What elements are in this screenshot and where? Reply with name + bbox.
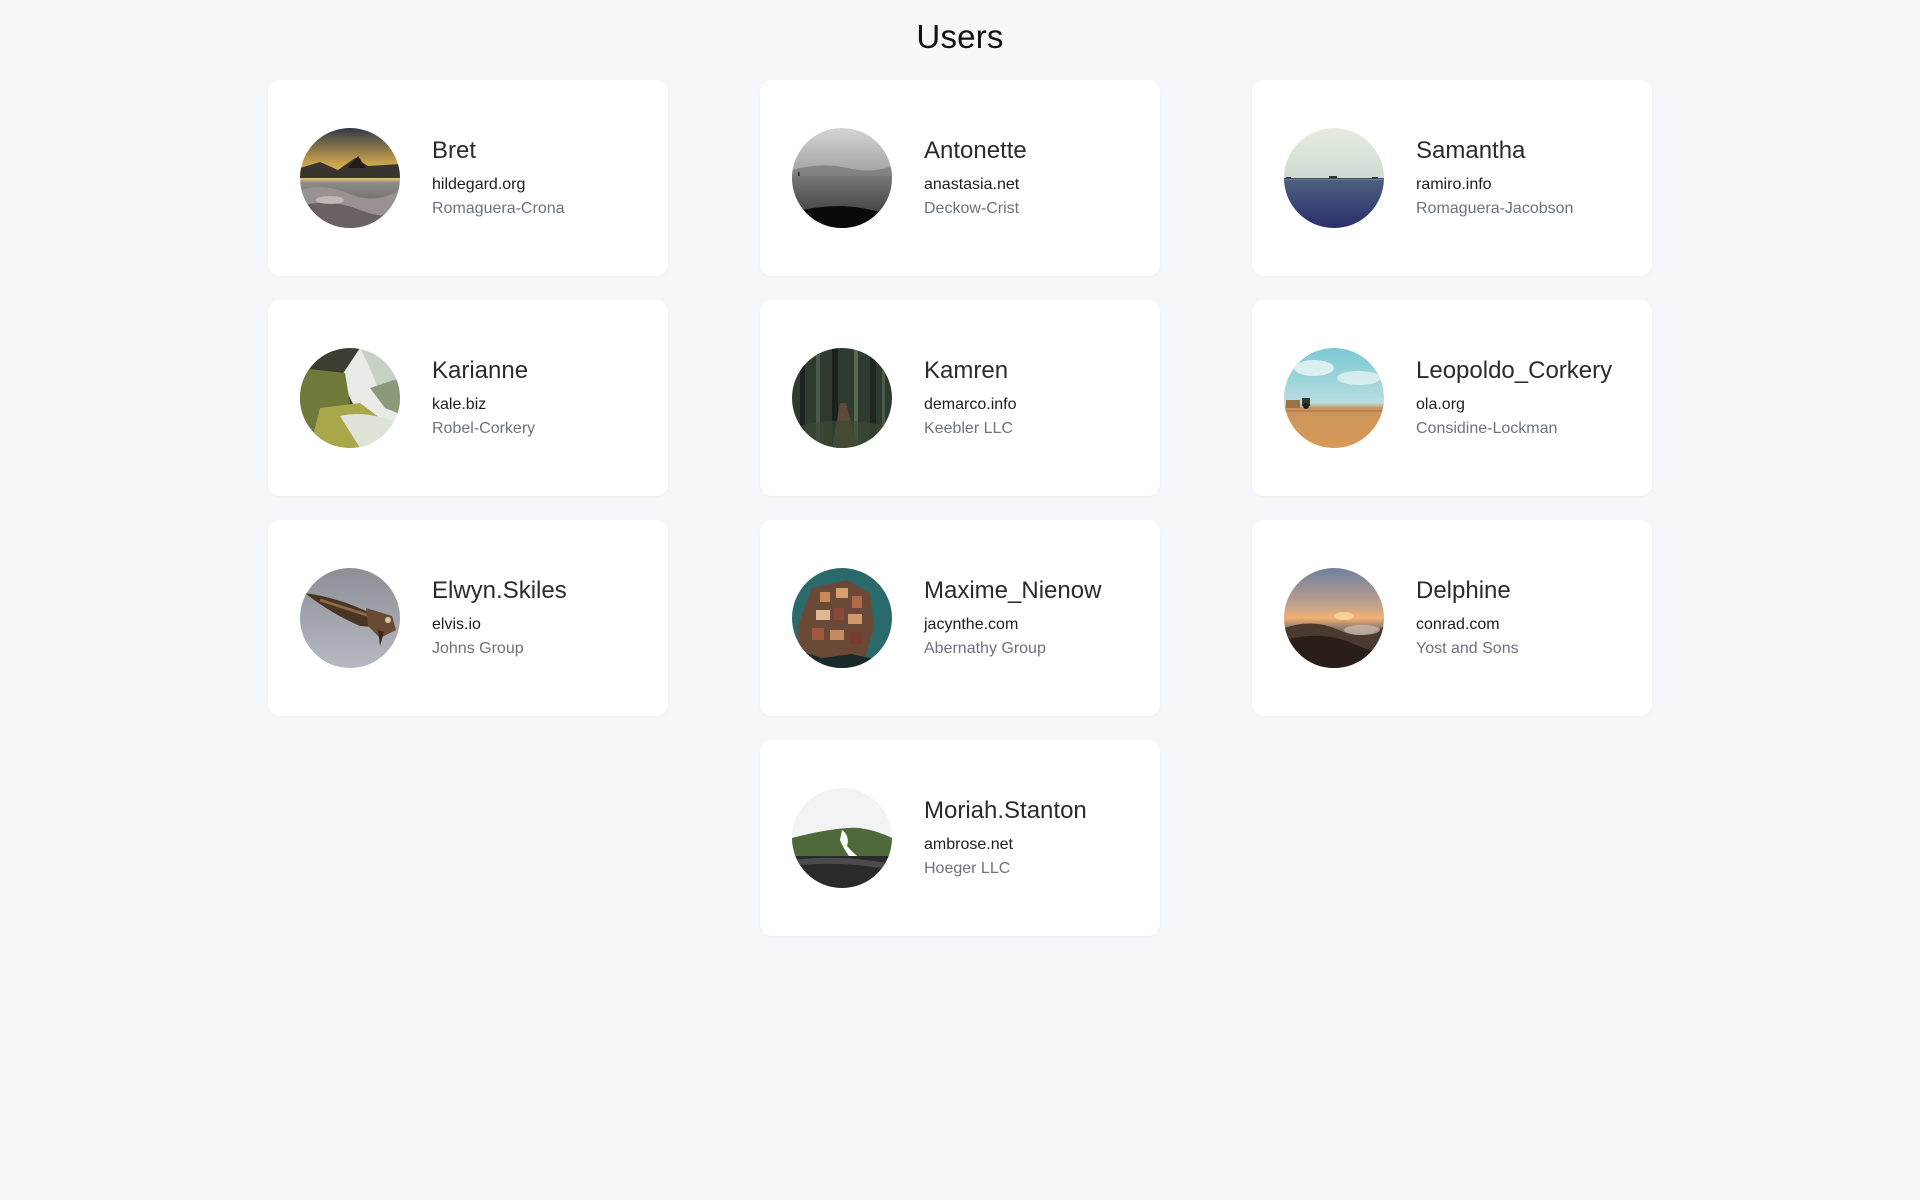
avatar [300,128,400,228]
user-website[interactable]: anastasia.net [924,175,1027,195]
user-website[interactable]: ambrose.net [924,835,1087,855]
user-company: Yost and Sons [1416,640,1519,657]
user-card[interactable]: Karianne kale.biz Robel-Corkery [268,300,668,496]
user-name: Karianne [432,357,529,384]
user-company: Considine-Lockman [1416,420,1558,437]
avatar [792,128,892,228]
user-card[interactable]: Elwyn.Skiles elvis.io Johns Group [268,520,668,716]
user-website[interactable]: ola.org [1416,395,1612,415]
user-company: Abernathy Group [924,640,1046,657]
user-info: Elwyn.Skiles elvis.io Johns Group [432,577,567,659]
avatar [300,348,400,448]
user-website[interactable]: ramiro.info [1416,175,1573,195]
page-title: Users [916,18,1004,55]
avatar [300,568,400,668]
users-page: Users Bret hildegard.org Romaguera-Crona… [0,0,1920,1200]
avatar [792,568,892,668]
user-name: Maxime_Nienow [924,577,1102,604]
avatar [792,348,892,448]
user-card[interactable]: Leopoldo_Corkery ola.org Considine-Lockm… [1252,300,1652,496]
avatar [1284,128,1384,228]
user-info: Samantha ramiro.info Romaguera-Jacobson [1416,137,1573,219]
user-info: Moriah.Stanton ambrose.net Hoeger LLC [924,797,1087,879]
user-name: Delphine [1416,577,1511,604]
user-name: Kamren [924,357,1009,384]
user-name: Moriah.Stanton [924,797,1087,824]
user-info: Maxime_Nienow jacynthe.com Abernathy Gro… [924,577,1101,659]
user-website[interactable]: demarco.info [924,395,1017,415]
user-company: Robel-Corkery [432,420,536,437]
user-website[interactable]: elvis.io [432,615,567,635]
user-info: Bret hildegard.org Romaguera-Crona [432,137,565,219]
user-company: Keebler LLC [924,420,1013,437]
user-name: Samantha [1416,137,1526,164]
user-info: Delphine conrad.com Yost and Sons [1416,577,1519,659]
user-website[interactable]: kale.biz [432,395,535,415]
user-name: Elwyn.Skiles [432,577,567,604]
user-website[interactable]: hildegard.org [432,175,565,195]
user-company: Deckow-Crist [924,200,1020,217]
user-card[interactable]: Bret hildegard.org Romaguera-Crona [268,80,668,276]
user-name: Antonette [924,137,1027,164]
user-info: Leopoldo_Corkery ola.org Considine-Lockm… [1416,357,1612,439]
user-company: Romaguera-Crona [432,200,565,217]
user-website[interactable]: jacynthe.com [924,615,1101,635]
user-website[interactable]: conrad.com [1416,615,1519,635]
user-card[interactable]: Antonette anastasia.net Deckow-Crist [760,80,1160,276]
user-info: Kamren demarco.info Keebler LLC [924,357,1017,439]
avatar [1284,568,1384,668]
user-card[interactable]: Kamren demarco.info Keebler LLC [760,300,1160,496]
user-info: Antonette anastasia.net Deckow-Crist [924,137,1027,219]
user-name: Leopoldo_Corkery [1416,357,1613,384]
user-company: Romaguera-Jacobson [1416,200,1574,217]
user-card[interactable]: Maxime_Nienow jacynthe.com Abernathy Gro… [760,520,1160,716]
user-company: Hoeger LLC [924,860,1011,877]
user-card-grid: Bret hildegard.org Romaguera-Crona Anton… [268,80,1653,936]
user-card[interactable]: Moriah.Stanton ambrose.net Hoeger LLC [760,740,1160,936]
avatar [792,788,892,888]
user-name: Bret [432,137,477,164]
user-card[interactable]: Samantha ramiro.info Romaguera-Jacobson [1252,80,1652,276]
user-card[interactable]: Delphine conrad.com Yost and Sons [1252,520,1652,716]
user-company: Johns Group [432,640,524,657]
user-info: Karianne kale.biz Robel-Corkery [432,357,535,439]
avatar [1284,348,1384,448]
